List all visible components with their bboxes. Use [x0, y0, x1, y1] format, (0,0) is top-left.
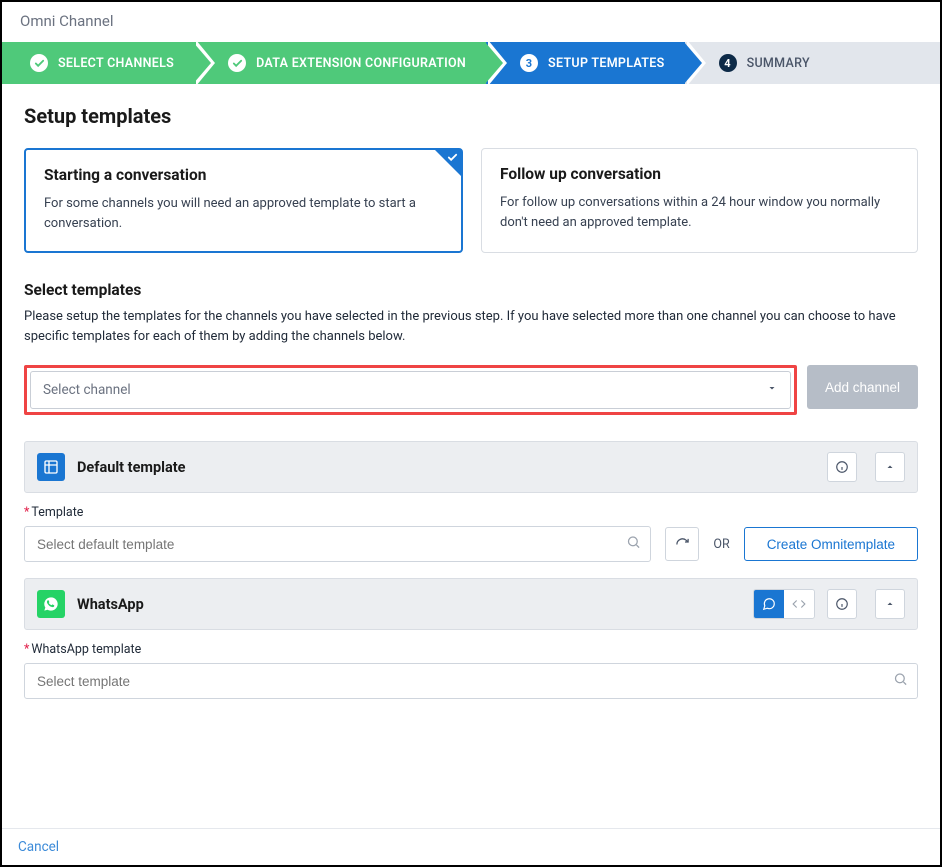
- info-button[interactable]: [827, 589, 857, 619]
- code-mode-button[interactable]: [784, 590, 814, 618]
- card-title: Starting a conversation: [44, 166, 443, 184]
- card-title: Follow up conversation: [500, 165, 899, 183]
- cancel-link[interactable]: Cancel: [18, 839, 59, 855]
- default-template-input[interactable]: [24, 526, 651, 562]
- step-number-icon: 3: [520, 54, 538, 72]
- channel-select-highlight: Select channel: [24, 365, 797, 415]
- template-icon: [37, 453, 65, 481]
- check-icon: [447, 152, 458, 167]
- collapse-button[interactable]: [875, 452, 905, 482]
- step-label: SELECT CHANNELS: [58, 56, 174, 71]
- whatsapp-mode-toggle: [753, 589, 815, 619]
- card-followup-conversation[interactable]: Follow up conversation For follow up con…: [481, 148, 918, 253]
- app-title: Omni Channel: [20, 12, 113, 30]
- channel-select-placeholder: Select channel: [43, 382, 131, 398]
- app-header: Omni Channel: [2, 2, 940, 42]
- info-button[interactable]: [827, 452, 857, 482]
- add-channel-button[interactable]: Add channel: [807, 365, 918, 409]
- page-title: Setup templates: [24, 104, 918, 128]
- step-setup-templates[interactable]: 3 SETUP TEMPLATES: [486, 42, 685, 84]
- collapse-button[interactable]: [875, 589, 905, 619]
- template-mode-button[interactable]: [754, 590, 784, 618]
- step-number-icon: 4: [719, 54, 737, 72]
- step-select-channels[interactable]: SELECT CHANNELS: [2, 42, 194, 84]
- whatsapp-header: WhatsApp: [24, 578, 918, 630]
- create-omnitemplate-button[interactable]: Create Omnitemplate: [744, 527, 918, 561]
- wizard-stepper: SELECT CHANNELS DATA EXTENSION CONFIGURA…: [2, 42, 940, 84]
- footer: Cancel: [2, 828, 940, 865]
- chevron-down-icon: [766, 382, 778, 398]
- whatsapp-icon: [37, 590, 65, 618]
- check-icon: [228, 54, 246, 72]
- default-template-header: Default template: [24, 441, 918, 493]
- search-icon: [626, 535, 641, 554]
- step-label: DATA EXTENSION CONFIGURATION: [256, 56, 466, 71]
- step-summary[interactable]: 4 SUMMARY: [685, 42, 830, 84]
- channel-select[interactable]: Select channel: [30, 371, 791, 409]
- refresh-button[interactable]: [665, 527, 699, 561]
- step-data-extension[interactable]: DATA EXTENSION CONFIGURATION: [194, 42, 486, 84]
- field-label: *WhatsApp template: [24, 642, 918, 657]
- group-title: WhatsApp: [77, 596, 144, 613]
- select-templates-heading: Select templates: [24, 281, 918, 299]
- whatsapp-template-input[interactable]: [24, 663, 918, 699]
- or-label: OR: [713, 537, 729, 552]
- step-label: SUMMARY: [747, 56, 810, 71]
- card-starting-conversation[interactable]: Starting a conversation For some channel…: [24, 148, 463, 253]
- card-desc: For follow up conversations within a 24 …: [500, 193, 899, 232]
- search-icon: [893, 672, 908, 691]
- check-icon: [30, 54, 48, 72]
- field-label: *Template: [24, 505, 918, 520]
- select-templates-subtext: Please setup the templates for the chann…: [24, 307, 918, 347]
- card-desc: For some channels you will need an appro…: [44, 194, 443, 233]
- group-title: Default template: [77, 459, 185, 476]
- step-label: SETUP TEMPLATES: [548, 56, 665, 71]
